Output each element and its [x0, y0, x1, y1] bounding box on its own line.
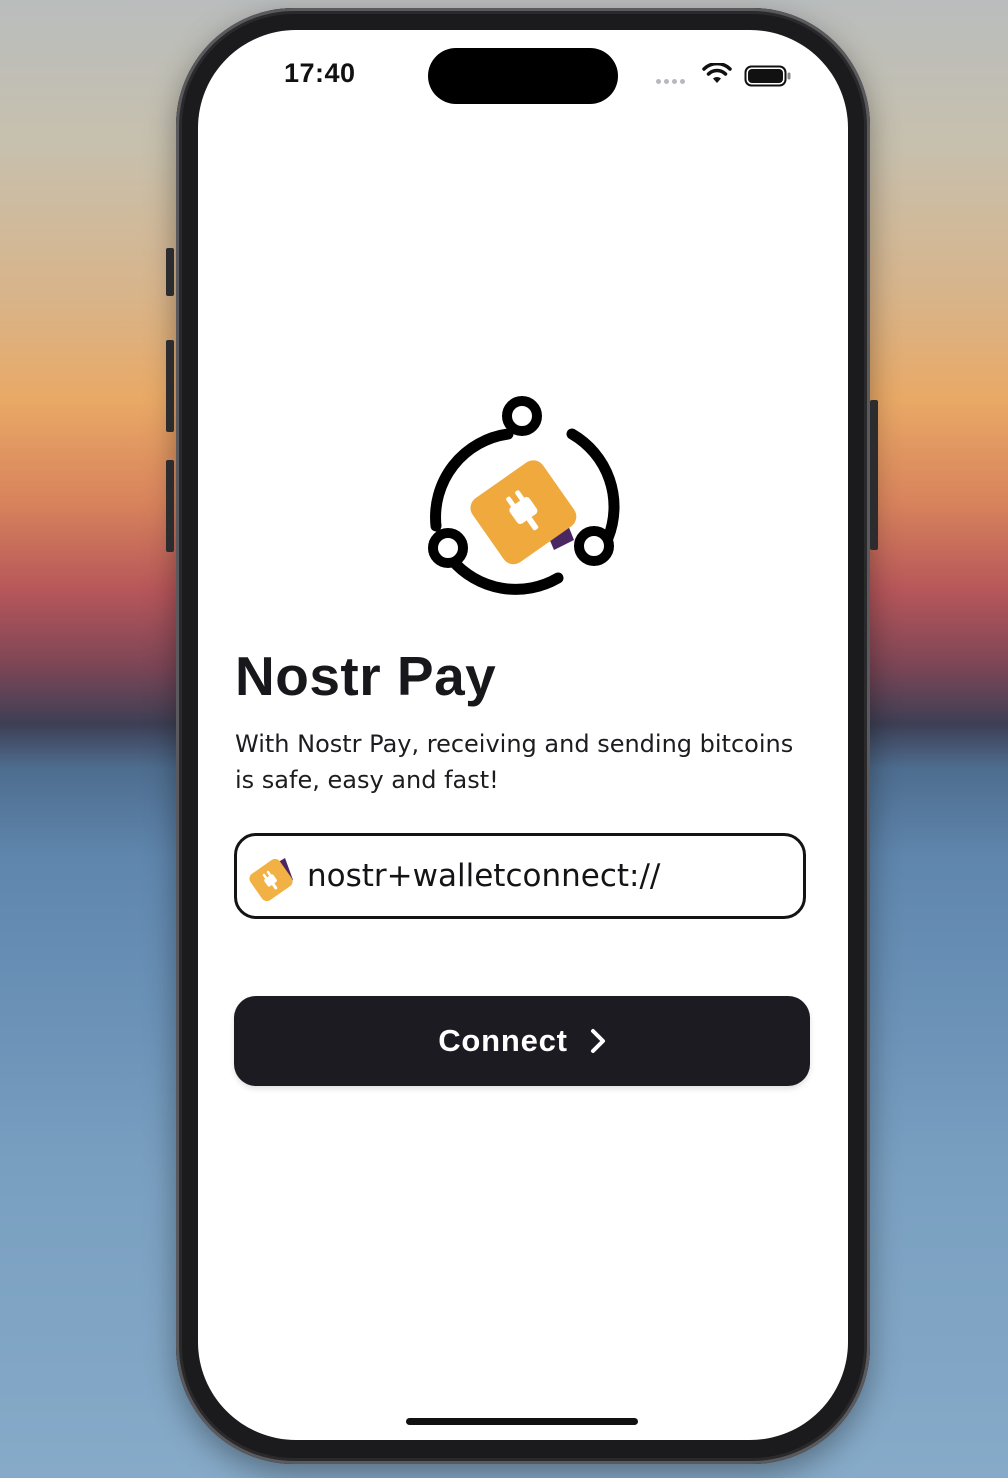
- battery-icon: [744, 65, 791, 87]
- power-button: [870, 400, 878, 550]
- chevron-right-icon: [590, 1029, 605, 1053]
- connect-button[interactable]: Connect: [234, 996, 810, 1086]
- app-screen: 17:40 Nostr Pay With Nostr Pay, receivin…: [198, 30, 848, 1440]
- app-description: With Nostr Pay, receiving and sending bi…: [235, 730, 794, 794]
- nwc-input-value[interactable]: nostr+walletconnect://: [307, 858, 660, 894]
- volume-up-button: [166, 340, 174, 432]
- home-indicator[interactable]: [406, 1418, 638, 1425]
- nostr-pay-logo: [428, 396, 620, 595]
- nostr-wallet-icon: [249, 858, 293, 902]
- page-title: Nostr Pay: [235, 645, 497, 707]
- connect-button-label: Connect: [438, 1023, 568, 1058]
- dynamic-island: [428, 48, 618, 104]
- cellular-signal-icon: [656, 79, 685, 84]
- wifi-icon: [702, 63, 732, 83]
- action-button: [166, 248, 174, 296]
- nwc-connection-input[interactable]: nostr+walletconnect://: [234, 833, 806, 919]
- volume-down-button: [166, 460, 174, 552]
- status-time: 17:40: [284, 58, 356, 88]
